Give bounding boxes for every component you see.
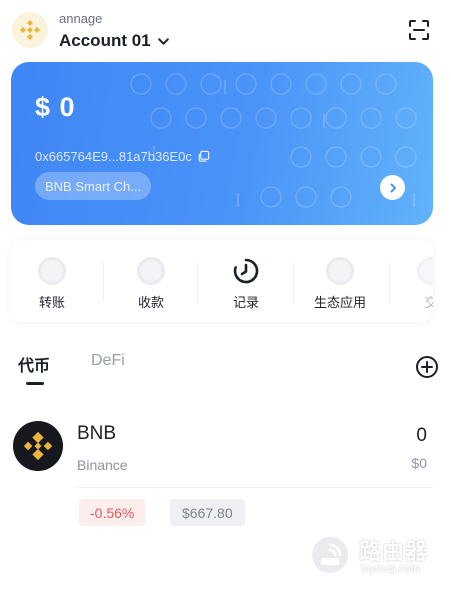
transfer-icon <box>38 257 66 285</box>
action-label: 生态应用 <box>313 295 366 310</box>
token-amount: 0 <box>416 425 427 446</box>
action-apps[interactable]: 生态应用 <box>293 240 387 322</box>
action-label: 交 <box>424 295 433 310</box>
token-usd-value: $0 <box>411 455 427 471</box>
chevron-down-icon <box>157 37 169 45</box>
receive-icon <box>137 257 165 285</box>
chevron-right-icon <box>390 183 396 192</box>
action-history[interactable]: 记录 <box>199 240 293 322</box>
action-swap[interactable]: 交 <box>384 240 433 322</box>
card-pattern <box>130 73 417 208</box>
account-selector[interactable]: Account 01 <box>59 31 170 51</box>
address-text: 0x665764E9...81a7b36E0c <box>35 149 192 164</box>
apps-icon <box>326 257 354 285</box>
bnb-token-icon[interactable] <box>13 421 63 471</box>
token-chain: Binance <box>77 457 128 473</box>
action-label: 记录 <box>232 295 259 310</box>
row-divider <box>77 487 433 488</box>
tab-active-indicator <box>26 382 44 385</box>
total-balance: $ 0 <box>35 92 76 122</box>
watermark-subtext: luyouqi.com <box>361 563 420 575</box>
watermark-text: 路由器 <box>359 539 429 564</box>
swap-icon <box>417 257 433 285</box>
token-symbol[interactable]: BNB <box>77 423 116 445</box>
wallet-address[interactable]: 0x665764E9...81a7b36E0c <box>35 149 210 164</box>
copy-icon[interactable] <box>197 150 210 163</box>
quick-actions: 转账 收款 记录 生态应用 交 <box>11 240 433 322</box>
action-receive[interactable]: 收款 <box>104 240 198 322</box>
add-circle-icon[interactable] <box>415 355 439 379</box>
top-bar: annage Account 01 <box>0 0 451 62</box>
watermark-logo-icon <box>309 534 351 576</box>
action-label: 转账 <box>38 295 65 310</box>
price-badge: $667.80 <box>170 499 245 526</box>
scan-icon[interactable] <box>408 19 430 41</box>
balance-card[interactable]: $ 0 0x665764E9...81a7b36E0c BNB Smart Ch… <box>11 62 433 225</box>
account-name: Account 01 <box>59 31 151 50</box>
action-divider <box>197 262 198 302</box>
network-selector[interactable]: BNB Smart Ch... <box>35 172 152 200</box>
action-label: 收款 <box>137 295 164 310</box>
wallet-label: annage <box>59 11 103 26</box>
watermark: 路由器 luyouqi.com <box>309 528 443 584</box>
action-transfer[interactable]: 转账 <box>11 240 99 322</box>
bnb-logo-icon[interactable] <box>12 12 48 48</box>
tab-defi[interactable]: DeFi <box>91 352 125 370</box>
history-clock-icon <box>233 258 259 284</box>
tab-token[interactable]: 代币 <box>18 352 50 376</box>
price-change-badge: -0.56% <box>79 499 146 526</box>
card-detail-button[interactable] <box>380 175 405 200</box>
